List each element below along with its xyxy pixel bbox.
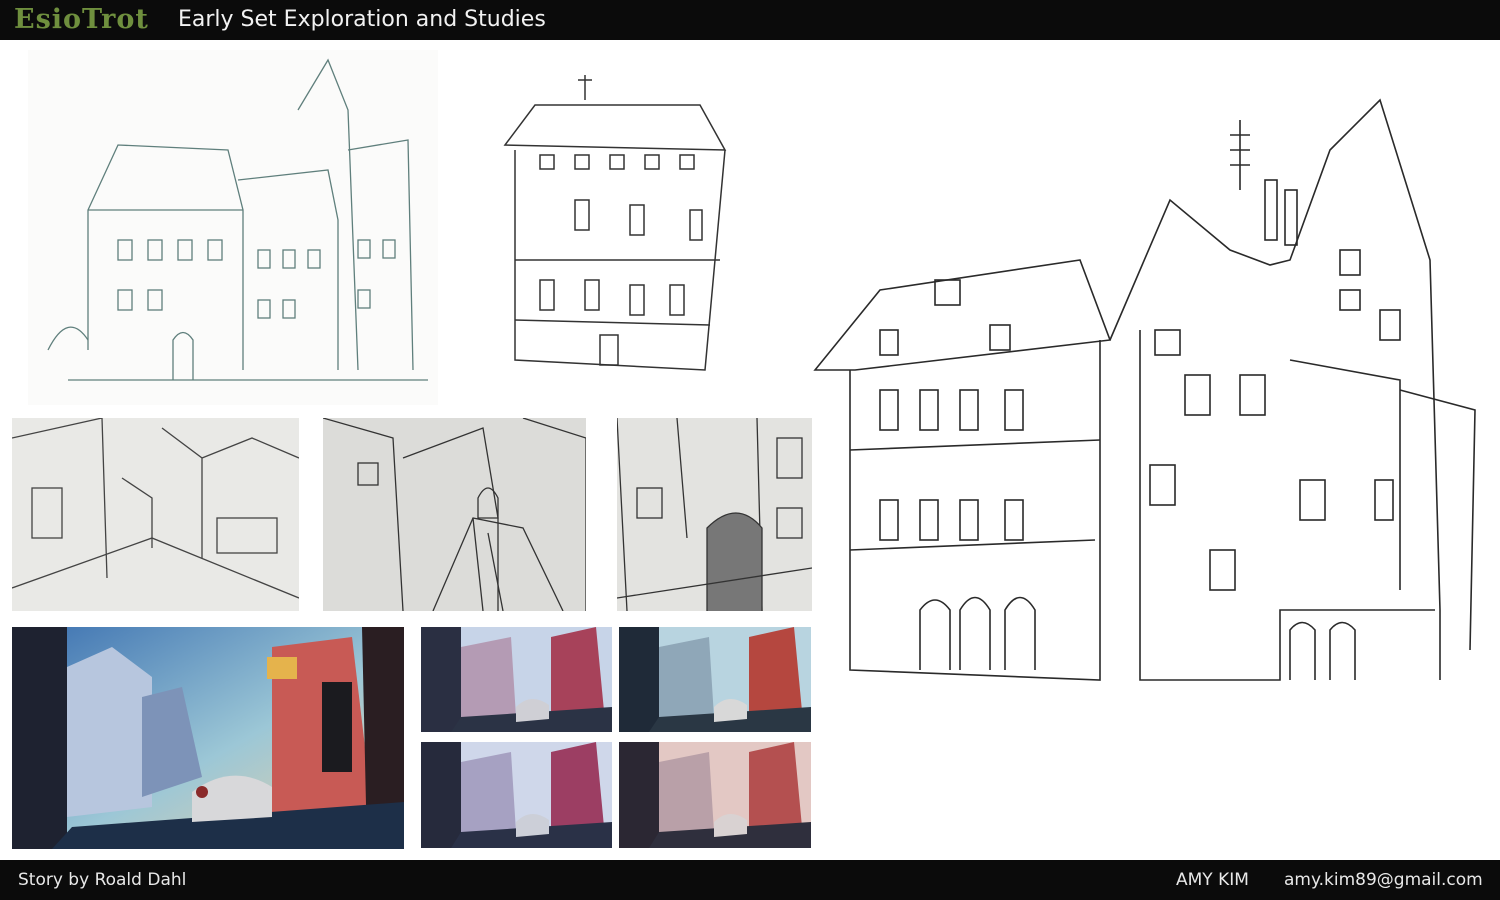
footer-bar: Story by Roald Dahl AMY KIM amy.kim89@gm… — [0, 860, 1500, 900]
sketch-street-3 — [617, 418, 812, 611]
sketch-street-1 — [12, 418, 299, 611]
sketch-street-3-drawing — [617, 418, 812, 611]
story-credit: Story by Roald Dahl — [18, 870, 187, 890]
sketch-houses-row-drawing — [47, 58, 428, 381]
painting-variant-1 — [421, 627, 612, 732]
page-title: Early Set Exploration and Studies — [178, 7, 546, 32]
sketch-street-2-drawing — [323, 418, 586, 611]
header-bar: EsioTrot Early Set Exploration and Studi… — [0, 0, 1500, 40]
sketch-large-houses-drawing — [813, 98, 1476, 681]
painting-variant-4 — [619, 742, 811, 848]
painting-variant-2 — [619, 627, 811, 732]
author-name: AMY KIM — [1176, 870, 1249, 890]
painting-variant-4-art — [619, 742, 811, 848]
author-email[interactable]: amy.kim89@gmail.com — [1284, 870, 1483, 890]
painting-variant-3 — [421, 742, 612, 848]
painting-main-art — [12, 627, 404, 849]
sketch-houses-row — [28, 50, 438, 405]
sketch-street-1-drawing — [12, 418, 299, 611]
painting-variant-1-art — [421, 627, 612, 732]
logo: EsioTrot — [14, 4, 149, 35]
painting-variant-2-art — [619, 627, 811, 732]
sketch-tower — [500, 70, 735, 380]
sketch-tower-drawing — [503, 75, 727, 371]
sketch-large-houses — [810, 90, 1485, 690]
sketch-street-2 — [323, 418, 586, 611]
painting-main — [12, 627, 404, 849]
painting-variant-3-art — [421, 742, 612, 848]
